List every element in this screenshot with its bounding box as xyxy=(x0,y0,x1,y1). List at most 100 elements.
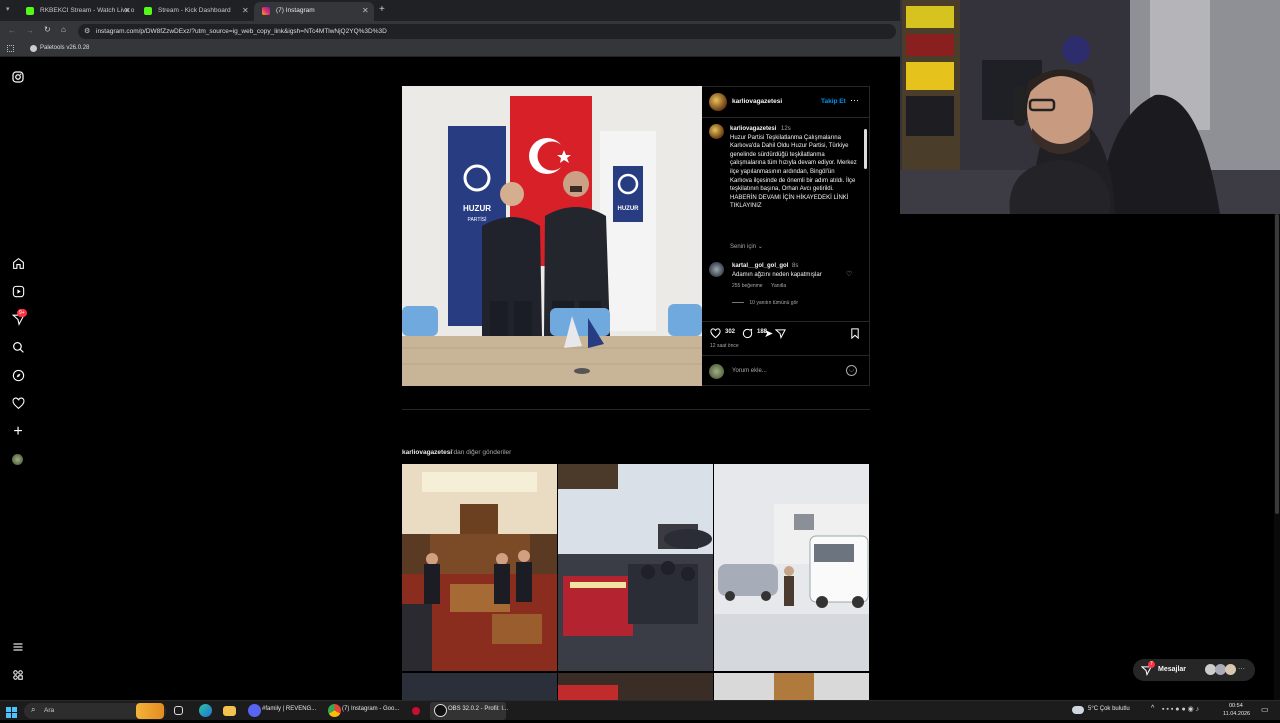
notification-center-icon[interactable]: ▭ xyxy=(1261,705,1269,714)
comment-like-icon[interactable]: ♡ xyxy=(846,270,852,278)
site-info-icon[interactable]: ⚙ xyxy=(84,27,90,35)
author-username[interactable]: karliovagazetesi xyxy=(732,98,782,105)
commenter-avatar[interactable] xyxy=(709,262,724,277)
explore-nav-icon[interactable] xyxy=(11,369,25,383)
comment-username[interactable]: kartal__gol_gol_gol xyxy=(732,263,788,269)
forward-icon[interactable]: → xyxy=(26,26,34,35)
home-nav-icon[interactable] xyxy=(11,257,25,271)
grid-post-1[interactable] xyxy=(402,464,557,671)
page-scrollbar[interactable] xyxy=(1274,214,1280,700)
comment-block: kartal__gol_gol_gol 8s Adamın ağzını ned… xyxy=(732,262,854,280)
grid-post-4[interactable] xyxy=(402,673,557,700)
tab-instagram[interactable]: (7) Instagram ✕ xyxy=(254,2,374,21)
obs-icon[interactable] xyxy=(434,704,447,717)
record-icon[interactable] xyxy=(412,707,420,715)
clock-date[interactable]: 11.04.2026 xyxy=(1223,711,1250,717)
emoji-icon[interactable]: ◡ xyxy=(846,365,857,376)
kick-favicon-icon xyxy=(144,7,152,15)
comment-input[interactable]: Yorum ekle... xyxy=(732,368,842,374)
messages-button[interactable]: 7 Mesajlar ⋯ xyxy=(1133,659,1255,681)
view-replies-button[interactable]: 10 yanıtın tümünü gör xyxy=(732,300,798,306)
close-tab-icon[interactable]: ✕ xyxy=(124,6,131,15)
divider xyxy=(702,321,869,322)
author-avatar[interactable] xyxy=(709,93,727,111)
grid-post-2[interactable] xyxy=(558,464,713,671)
for-you-toggle[interactable]: Senin için ⌄ xyxy=(730,243,763,250)
taskbar-search-placeholder: Ara xyxy=(44,707,55,714)
start-icon[interactable] xyxy=(6,705,17,718)
grid-post-3[interactable] xyxy=(714,464,869,671)
browser-tab-bar: ▾ RKBEKCI Stream - Watch Live o ✕ Stream… xyxy=(0,0,900,21)
url-input[interactable]: ⚙ instagram.com/p/DW8fZzwDExz/?utm_sourc… xyxy=(78,24,896,39)
create-nav-icon[interactable]: + xyxy=(11,424,25,440)
tray-chevron-icon[interactable]: ^ xyxy=(1151,705,1154,712)
edge-icon[interactable] xyxy=(199,704,212,717)
apps-grid-icon[interactable] xyxy=(7,45,14,52)
notifications-nav-icon[interactable] xyxy=(11,397,25,411)
close-tab-icon[interactable]: ✕ xyxy=(242,6,249,15)
comments-scrollbar[interactable] xyxy=(863,119,868,319)
like-count[interactable]: 302 xyxy=(725,329,735,335)
taskbar-app-discord[interactable]: #family | REVENG... xyxy=(262,706,316,712)
divider xyxy=(702,117,869,118)
scrollbar-thumb[interactable] xyxy=(1275,214,1279,514)
chrome-icon[interactable] xyxy=(328,704,341,717)
tab-label: RKBEKCI Stream - Watch Live o xyxy=(40,7,135,14)
more-options-icon[interactable]: ⋯ xyxy=(850,95,859,106)
more-posts-suffix: 'dan diğer gönderiler xyxy=(452,449,512,456)
new-tab-icon[interactable]: + xyxy=(379,4,385,15)
bookmark-paletools[interactable]: Paletools v26.0.28 xyxy=(40,45,89,51)
more-posts-user[interactable]: karliovagazetesi xyxy=(402,449,452,456)
file-explorer-icon[interactable] xyxy=(223,706,236,716)
comment-reply-button[interactable]: Yanıtla xyxy=(771,283,786,289)
for-you-label: Senin için xyxy=(730,244,757,250)
weather-text[interactable]: 5°C Çok bulutlu xyxy=(1088,706,1130,712)
instagram-logo-icon[interactable] xyxy=(11,71,25,85)
svg-text:PARTİSİ: PARTİSİ xyxy=(468,216,487,223)
menu-nav-icon[interactable] xyxy=(11,641,25,655)
search-icon: ⌕ xyxy=(31,705,36,714)
caption-username[interactable]: karliovagazetesi xyxy=(730,126,776,132)
task-view-icon[interactable] xyxy=(174,706,183,715)
svg-text:HUZUR: HUZUR xyxy=(618,206,640,212)
like-button[interactable] xyxy=(710,326,721,344)
share-button[interactable] xyxy=(774,326,786,344)
reels-nav-icon[interactable] xyxy=(11,285,25,299)
taskbar-app-obs[interactable]: OBS 32.0.2 - Profil: I... xyxy=(448,706,508,712)
save-button[interactable] xyxy=(850,326,860,344)
section-divider xyxy=(402,409,870,410)
windows-taskbar: ⌕ Ara #family | REVENG... (7) Instagram … xyxy=(0,700,1280,720)
profile-nav-avatar[interactable] xyxy=(11,453,25,467)
tab-kick-dashboard[interactable]: Stream - Kick Dashboard ✕ xyxy=(136,2,254,21)
meta-apps-icon[interactable] xyxy=(11,669,25,683)
taskbar-search-input[interactable]: ⌕ Ara xyxy=(24,703,166,719)
tab-label: Stream - Kick Dashboard xyxy=(158,7,231,14)
comment-button[interactable] xyxy=(742,326,753,344)
home-icon[interactable]: ⌂ xyxy=(61,25,66,34)
tab-search-icon[interactable]: ▾ xyxy=(6,5,10,13)
comment-input-placeholder: Yorum ekle... xyxy=(732,368,767,374)
follow-button[interactable]: Takip Et xyxy=(821,98,846,105)
back-icon[interactable]: ← xyxy=(8,26,16,35)
messages-nav-icon[interactable]: 9+ xyxy=(11,309,27,327)
more-icon: ⋯ xyxy=(1238,666,1245,673)
taskbar-app-chrome[interactable]: (7) Instagram - Goo... xyxy=(342,706,399,712)
post-image[interactable]: HUZUR PARTİSİ HUZUR xyxy=(402,86,702,386)
clock-time[interactable]: 00:54 xyxy=(1229,703,1243,709)
grid-post-6[interactable] xyxy=(714,673,869,700)
search-nav-icon[interactable] xyxy=(11,341,25,355)
close-tab-icon[interactable]: ✕ xyxy=(362,6,369,15)
caption-author-avatar[interactable] xyxy=(709,124,724,139)
kick-favicon-icon xyxy=(26,7,34,15)
comment-time: 8s xyxy=(792,263,799,269)
tab-kick-stream[interactable]: RKBEKCI Stream - Watch Live o ✕ xyxy=(18,2,136,21)
view-replies-label: 10 yanıtın tümünü gör xyxy=(749,300,799,306)
tray-icons[interactable]: ▪ ▪ ▪ ● ● ◉ ♪ xyxy=(1162,705,1199,713)
discord-icon[interactable] xyxy=(248,704,261,717)
replies-line xyxy=(732,302,744,304)
divider xyxy=(702,355,869,356)
avatar xyxy=(1225,664,1236,675)
reload-icon[interactable]: ↻ xyxy=(44,25,51,34)
grid-post-5[interactable] xyxy=(558,673,713,700)
comment-likes[interactable]: 255 beğenme xyxy=(732,283,763,289)
